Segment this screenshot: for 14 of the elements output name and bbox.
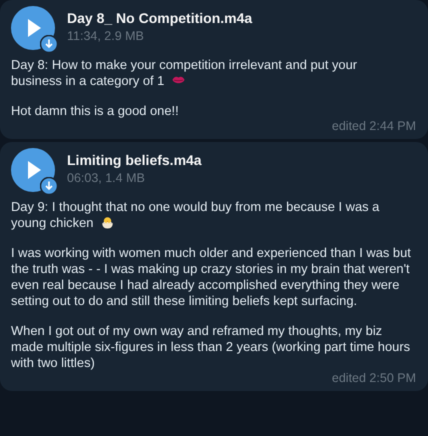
download-icon[interactable] [40, 35, 58, 53]
message-text: Day 8: How to make your competition irrelevant and put your business in a category of 1 [11, 57, 358, 89]
message-text: When I got out of my own way and reframed my thoughts, my biz made multiple six-figures in less than 2 years (working part time hours with two littles) [11, 323, 411, 371]
file-duration-size: 11:34, 2.9 MB [67, 29, 145, 43]
download-icon[interactable] [40, 177, 58, 195]
edited-time: edited 2:50 PM [332, 371, 416, 386]
file-duration-size: 06:03, 1.4 MB [67, 171, 146, 185]
message-text: I was working with women much older and experienced than I was but the truth was - - I was making up crazy stories in my brain that weren't even real because I had already accomplished everything they were setting out to do and still these limiting beliefs kept surfacing. [11, 245, 411, 309]
file-name: Day 8_ No Competition.m4a [67, 10, 252, 26]
file-name: Limiting beliefs.m4a [67, 152, 202, 168]
chick-icon [100, 215, 116, 230]
message-text: Hot damn this is a good one!! [11, 103, 180, 119]
edited-time: edited 2:44 PM [332, 119, 416, 134]
message-text: Day 9: I thought that no one would buy from me because I was a young chicken [11, 199, 380, 231]
